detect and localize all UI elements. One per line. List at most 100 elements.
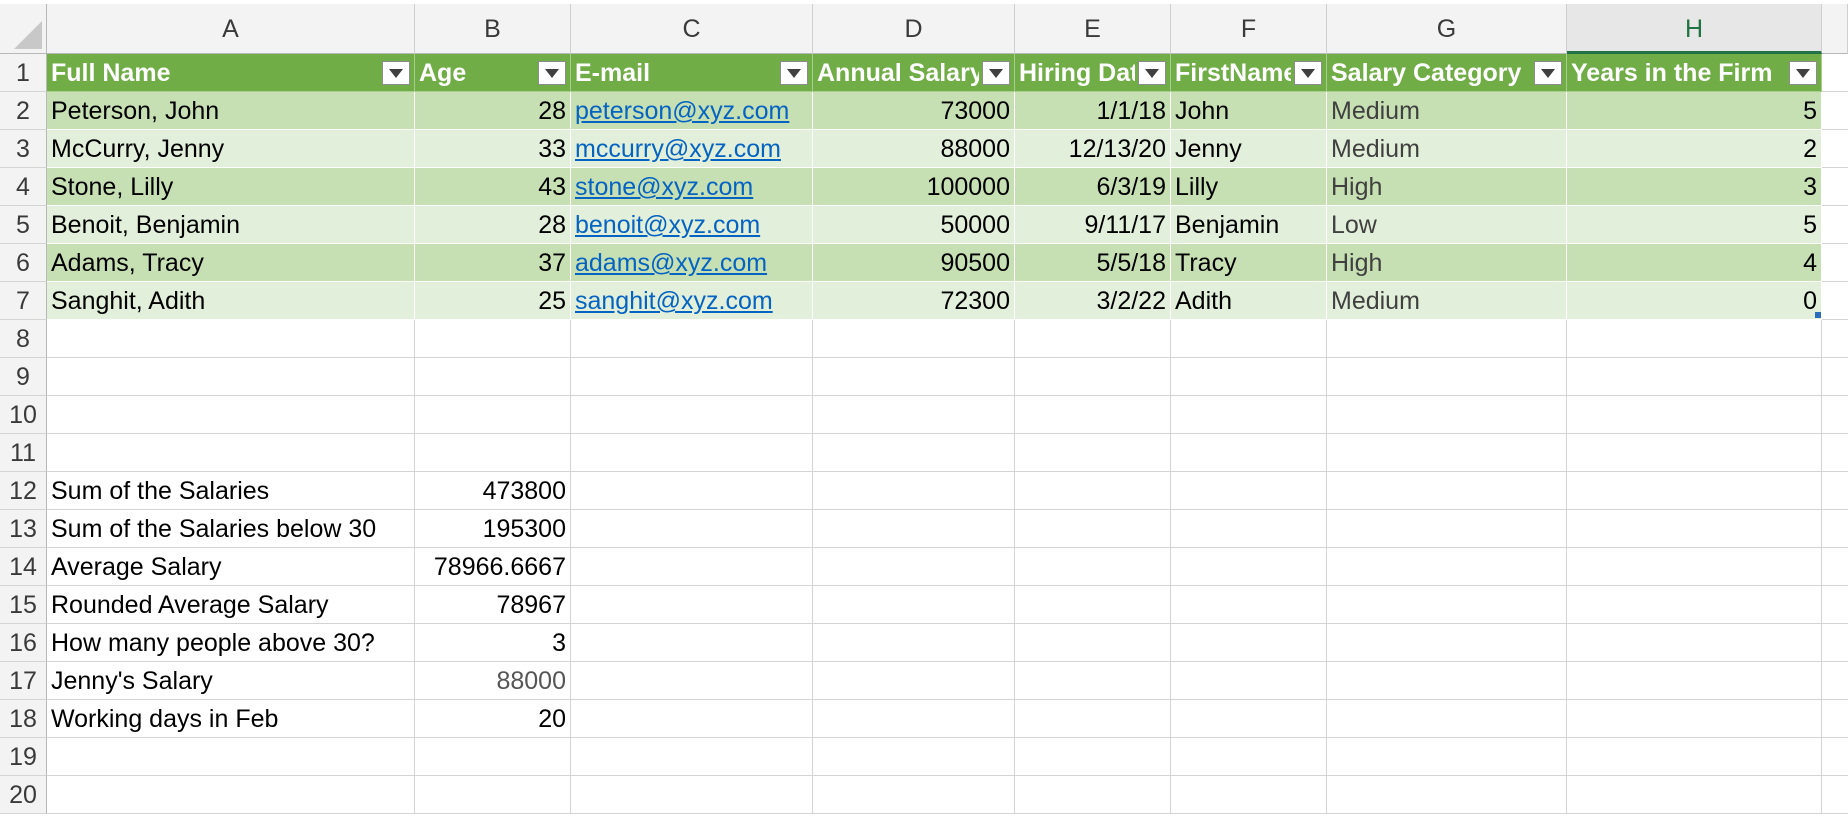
table-cell[interactable]: 4 — [1567, 244, 1822, 282]
grid-cell[interactable] — [1327, 776, 1567, 814]
grid-cell[interactable] — [571, 320, 813, 358]
grid-cell[interactable] — [1327, 586, 1567, 624]
grid-cell[interactable] — [813, 548, 1015, 586]
summary-label[interactable]: Sum of the Salaries — [47, 472, 415, 510]
grid-cell[interactable] — [1015, 776, 1171, 814]
table-cell[interactable]: Benjamin — [1171, 206, 1327, 244]
grid-cell[interactable] — [1171, 776, 1327, 814]
grid-cell[interactable] — [1567, 472, 1822, 510]
grid-cell[interactable] — [1171, 586, 1327, 624]
table-header-cell[interactable]: Hiring Date — [1015, 54, 1171, 92]
grid-cell[interactable] — [1327, 662, 1567, 700]
table-header-cell[interactable]: Salary Category — [1327, 54, 1567, 92]
summary-value[interactable]: 3 — [415, 624, 571, 662]
email-link[interactable]: adams@xyz.com — [571, 244, 813, 282]
grid-cell[interactable] — [1015, 396, 1171, 434]
grid-cell[interactable] — [1327, 624, 1567, 662]
row-header-3[interactable]: 3 — [0, 130, 47, 168]
table-cell[interactable]: High — [1327, 244, 1567, 282]
grid-cell[interactable] — [813, 586, 1015, 624]
grid-cell[interactable] — [415, 358, 571, 396]
grid-cell[interactable] — [1171, 472, 1327, 510]
grid-cell[interactable] — [813, 358, 1015, 396]
grid-cell[interactable] — [1567, 700, 1822, 738]
summary-label[interactable]: Rounded Average Salary — [47, 586, 415, 624]
grid-cell[interactable] — [415, 776, 571, 814]
table-cell[interactable]: 72300 — [813, 282, 1015, 320]
email-link[interactable]: benoit@xyz.com — [571, 206, 813, 244]
table-cell[interactable]: 1/1/18 — [1015, 92, 1171, 130]
summary-label[interactable]: How many people above 30? — [47, 624, 415, 662]
table-cell[interactable]: 43 — [415, 168, 571, 206]
grid-cell[interactable] — [1567, 776, 1822, 814]
grid-cell[interactable] — [47, 434, 415, 472]
grid-cell[interactable] — [1567, 320, 1822, 358]
row-header-10[interactable]: 10 — [0, 396, 47, 434]
summary-label[interactable]: Jenny's Salary — [47, 662, 415, 700]
table-cell[interactable]: Low — [1327, 206, 1567, 244]
grid-cell[interactable] — [1327, 434, 1567, 472]
grid-cell[interactable] — [1015, 548, 1171, 586]
grid-cell[interactable] — [813, 624, 1015, 662]
grid-cell[interactable] — [1567, 548, 1822, 586]
grid-cell[interactable] — [415, 320, 571, 358]
grid-cell[interactable] — [1171, 396, 1327, 434]
grid-cell[interactable] — [1015, 738, 1171, 776]
grid-cell[interactable] — [571, 738, 813, 776]
row-header-1[interactable]: 1 — [0, 54, 47, 92]
email-link[interactable]: stone@xyz.com — [571, 168, 813, 206]
grid-cell[interactable] — [1015, 434, 1171, 472]
grid-cell[interactable] — [1015, 320, 1171, 358]
grid-cell[interactable] — [1567, 434, 1822, 472]
table-header-cell[interactable]: Full Name — [47, 54, 415, 92]
row-header-16[interactable]: 16 — [0, 624, 47, 662]
table-cell[interactable]: 50000 — [813, 206, 1015, 244]
grid-cell[interactable] — [571, 662, 813, 700]
grid-cell[interactable] — [1015, 358, 1171, 396]
table-cell[interactable]: High — [1327, 168, 1567, 206]
grid-cell[interactable] — [1171, 510, 1327, 548]
table-cell[interactable]: Lilly — [1171, 168, 1327, 206]
row-header-19[interactable]: 19 — [0, 738, 47, 776]
grid-cell[interactable] — [1015, 700, 1171, 738]
grid-cell[interactable] — [813, 776, 1015, 814]
filter-dropdown-icon[interactable] — [538, 61, 566, 85]
grid-cell[interactable] — [1171, 624, 1327, 662]
grid-cell[interactable] — [1567, 662, 1822, 700]
grid-cell[interactable] — [571, 358, 813, 396]
grid-cell[interactable] — [813, 434, 1015, 472]
table-cell[interactable]: Tracy — [1171, 244, 1327, 282]
column-header-a[interactable]: A — [47, 4, 415, 54]
table-cell[interactable]: Peterson, John — [47, 92, 415, 130]
grid-cell[interactable] — [47, 358, 415, 396]
filter-dropdown-icon[interactable] — [1138, 61, 1166, 85]
table-cell[interactable]: Medium — [1327, 282, 1567, 320]
spreadsheet-grid[interactable]: A B C D E F G H 1 2 3 4 5 6 7 8 9 10 11 12 13 14 15 16 17 18 19 20 F… — [0, 0, 1848, 816]
column-header-c[interactable]: C — [571, 4, 813, 54]
table-cell[interactable]: 25 — [415, 282, 571, 320]
grid-cell[interactable] — [47, 738, 415, 776]
grid-cell[interactable] — [1171, 738, 1327, 776]
row-header-18[interactable]: 18 — [0, 700, 47, 738]
table-cell[interactable]: 12/13/20 — [1015, 130, 1171, 168]
grid-cell[interactable] — [1567, 738, 1822, 776]
grid-cell[interactable] — [571, 700, 813, 738]
table-cell[interactable]: Medium — [1327, 92, 1567, 130]
table-cell[interactable]: 5/5/18 — [1015, 244, 1171, 282]
grid-cell[interactable] — [1567, 510, 1822, 548]
grid-cell[interactable] — [415, 738, 571, 776]
grid-cell[interactable] — [1327, 510, 1567, 548]
column-header-e[interactable]: E — [1015, 4, 1171, 54]
grid-cell[interactable] — [1567, 358, 1822, 396]
row-header-2[interactable]: 2 — [0, 92, 47, 130]
filter-dropdown-icon[interactable] — [982, 61, 1010, 85]
column-header-g[interactable]: G — [1327, 4, 1567, 54]
grid-cell[interactable] — [571, 776, 813, 814]
filter-dropdown-icon[interactable] — [1534, 61, 1562, 85]
grid-cell[interactable] — [1327, 358, 1567, 396]
grid-cell[interactable] — [1171, 320, 1327, 358]
grid-cell[interactable] — [1015, 472, 1171, 510]
row-header-20[interactable]: 20 — [0, 776, 47, 814]
summary-label[interactable]: Average Salary — [47, 548, 415, 586]
column-header-d[interactable]: D — [813, 4, 1015, 54]
